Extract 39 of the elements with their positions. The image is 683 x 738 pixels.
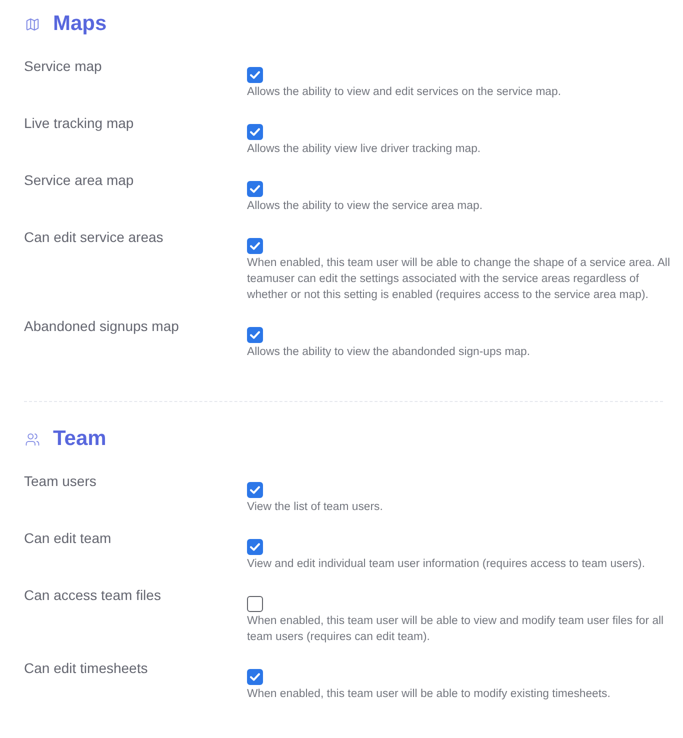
description-text: View and edit individual team user information (requires access to team users).	[247, 557, 646, 572]
check-icon	[250, 486, 260, 494]
permission-label: Live tracking map	[24, 114, 134, 133]
check-icon	[250, 331, 260, 339]
permission-label: Can edit service areas	[24, 228, 164, 247]
permission-label: Service map	[24, 57, 102, 76]
checkbox[interactable]	[247, 67, 263, 83]
permission-label: Team users	[24, 472, 96, 491]
map-icon	[25, 16, 40, 32]
check-icon	[250, 543, 260, 551]
permission-label: Service area map	[24, 171, 134, 190]
description-text: Allows the ability to view and edit services on the service map.	[247, 85, 562, 100]
checkbox[interactable]	[247, 539, 263, 555]
checkbox[interactable]	[247, 596, 263, 612]
check-icon	[250, 242, 260, 250]
description-text: When enabled, this team user will be able to view and modify team user files for all team users (requires can edit team).	[247, 614, 665, 645]
permission-label: Abandoned signups map	[24, 317, 179, 336]
checkbox[interactable]	[247, 669, 263, 685]
users-icon	[25, 432, 40, 446]
checkbox[interactable]	[247, 482, 263, 498]
section-title: Team	[53, 426, 106, 452]
checkbox[interactable]	[247, 327, 263, 343]
permission-label: Can access team files	[24, 586, 161, 605]
check-icon	[250, 71, 260, 79]
check-icon	[250, 673, 260, 681]
description-text: When enabled, this team user will be able to modify existing timesheets.	[247, 687, 612, 702]
permission-label: Can edit team	[24, 529, 112, 548]
checkbox[interactable]	[247, 238, 263, 254]
description-text: Allows the ability to view the abandonded sign-ups map.	[247, 345, 532, 360]
check-icon	[250, 128, 260, 136]
description-text: Allows the ability view live driver tracking map.	[247, 142, 482, 157]
permission-label: Can edit timesheets	[24, 659, 148, 678]
checkbox[interactable]	[247, 181, 263, 197]
description-text: When enabled, this team user will be able to change the shape of a service area. All teamuser can edit the settings associated with the service areas regardless of whether or not this setting is enabled (requires access to the service area map).	[247, 256, 671, 303]
description-text: View the list of team users.	[247, 500, 384, 515]
checkbox[interactable]	[247, 124, 263, 140]
section-title: Maps	[53, 11, 107, 37]
description-text: Allows the ability to view the service area map.	[247, 199, 484, 214]
check-icon	[250, 185, 260, 193]
